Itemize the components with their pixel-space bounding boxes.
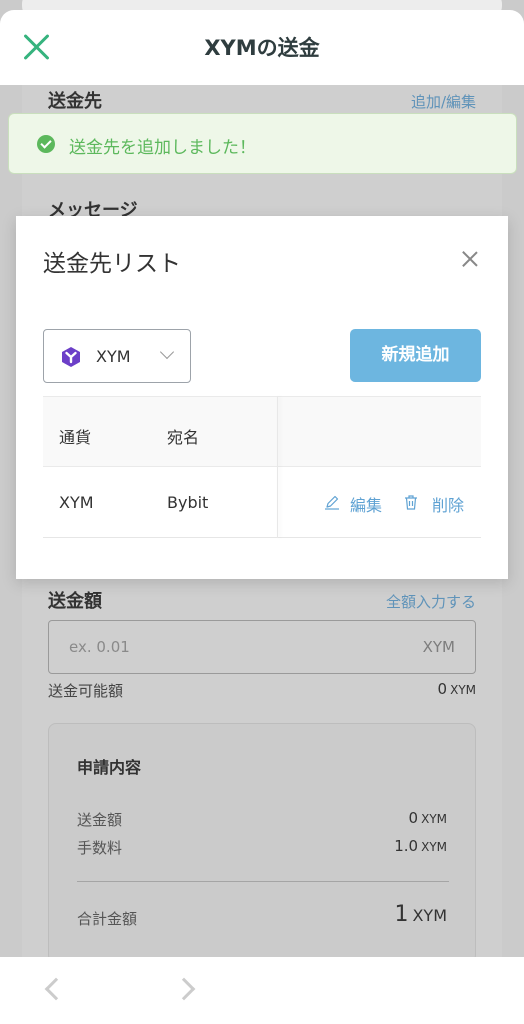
available-label: 送金可能額: [48, 682, 124, 700]
summary-divider: [77, 881, 449, 882]
summary-title: 申請内容: [77, 758, 142, 777]
summary-fee-label: 手数料: [77, 839, 123, 857]
amount-input[interactable]: ex. 0.01 XYM: [48, 620, 476, 674]
back-arrow-icon[interactable]: [44, 977, 68, 1001]
summary-amount-label: 送金額: [77, 811, 123, 829]
trash-icon[interactable]: [403, 494, 419, 510]
recipient-edit-link[interactable]: 追加/編集: [411, 91, 476, 112]
row-name: Bybit: [167, 493, 209, 512]
table-header: 通貨 宛名: [43, 396, 481, 467]
modal-title: 送金先リスト: [43, 251, 181, 277]
table-row: XYM Bybit 編集 削除: [43, 467, 481, 538]
page-title: XYMの送金: [204, 36, 320, 60]
symbol-logo-icon: [62, 347, 80, 367]
header-name: 宛名: [167, 428, 200, 447]
total-label: 合計金額: [77, 910, 138, 928]
recipient-list-modal: 送金先リスト XYM 新規追加 通貨 宛名 XYM Bybit 編集 削除: [16, 216, 508, 579]
header-currency: 通貨: [59, 428, 92, 447]
chevron-down-icon: [159, 344, 175, 360]
summary-fee-value: 1.0 XYM: [394, 837, 447, 855]
edit-link[interactable]: 編集: [350, 492, 382, 516]
available-value: 0 XYM: [437, 680, 476, 698]
header: XYMの送金: [0, 10, 524, 85]
delete-link[interactable]: 削除: [432, 492, 464, 516]
currency-select[interactable]: XYM: [43, 329, 191, 383]
modal-close-icon[interactable]: [460, 249, 480, 269]
currency-select-value: XYM: [96, 347, 131, 366]
toast-message: 送金先を追加しました！: [69, 138, 256, 158]
summary-card: 申請内容 送金額 0 XYM 手数料 1.0 XYM 合計金額 1 XYM: [48, 723, 476, 963]
summary-amount-value: 0 XYM: [408, 809, 447, 827]
browser-toolbar: [0, 957, 524, 1024]
row-currency: XYM: [59, 493, 94, 512]
fill-all-link[interactable]: 全額入力する: [386, 591, 476, 612]
amount-unit: XYM: [422, 638, 455, 656]
recipient-title: 送金先: [48, 91, 102, 112]
amount-placeholder: ex. 0.01: [69, 638, 130, 656]
check-circle-icon: [37, 135, 55, 153]
total-value: 1 XYM: [394, 902, 447, 927]
recipient-table: 通貨 宛名 XYM Bybit 編集 削除: [43, 396, 481, 539]
forward-arrow-icon[interactable]: [172, 977, 196, 1001]
amount-title: 送金額: [48, 591, 102, 612]
add-new-button[interactable]: 新規追加: [350, 329, 481, 382]
success-toast: 送金先を追加しました！: [8, 113, 517, 174]
fixed-column-divider: [277, 396, 278, 538]
edit-icon[interactable]: [324, 494, 340, 510]
